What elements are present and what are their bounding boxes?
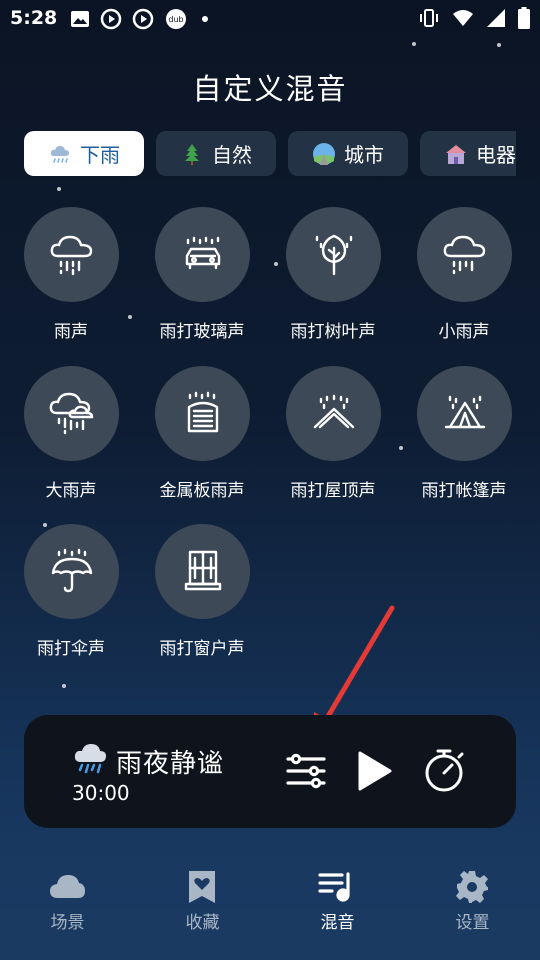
tab-label: 下雨 — [80, 143, 120, 167]
wifi-icon — [453, 10, 473, 26]
sound-icon-circle[interactable] — [286, 207, 381, 302]
background-star — [497, 43, 501, 47]
metal-shed-icon — [187, 391, 218, 432]
mixer-sliders-icon[interactable] — [286, 751, 326, 791]
background-star — [62, 684, 66, 688]
sound-label: 雨打玻璃声 — [159, 322, 245, 342]
light-rain-icon — [443, 235, 485, 274]
sound-icon-circle[interactable] — [155, 366, 250, 461]
sound-icon-circle[interactable] — [24, 207, 119, 302]
sync-play-icon — [100, 8, 122, 30]
sound-label: 雨打帐篷声 — [421, 481, 507, 501]
nav-label: 收藏 — [185, 913, 220, 933]
sound-item-window-rain[interactable]: 雨打窗户声 — [137, 524, 267, 674]
sound-item-roof-rain[interactable]: 雨打屋顶声 — [268, 366, 398, 516]
sound-label: 雨打窗户声 — [159, 639, 245, 659]
timer-stopwatch-icon[interactable] — [422, 747, 466, 793]
page-title: 自定义混音 — [192, 72, 348, 106]
sound-label: 大雨声 — [45, 481, 97, 501]
image-icon — [71, 11, 89, 27]
sound-item-rain-glass[interactable]: 雨打玻璃声 — [137, 207, 267, 357]
signal-icon — [487, 9, 505, 27]
player-time: 30:00 — [72, 781, 130, 805]
gear-icon — [456, 871, 488, 903]
sound-label: 雨打树叶声 — [290, 322, 376, 342]
sound-icon-circle[interactable] — [24, 366, 119, 461]
status-time: 5:28 — [10, 7, 58, 29]
tab-city[interactable]: 城市 — [288, 131, 408, 176]
nav-label: 设置 — [455, 913, 490, 933]
umbrella-rain-icon — [51, 548, 92, 592]
tab-rain[interactable]: 下雨 — [24, 131, 144, 176]
cloud-icon — [50, 875, 85, 898]
sync-play-icon — [132, 8, 154, 30]
tab-label: 城市 — [344, 143, 384, 167]
sound-label: 雨打屋顶声 — [290, 481, 376, 501]
sound-label: 雨声 — [54, 322, 88, 342]
house-icon — [446, 144, 466, 164]
status-bar: 5:28 dub — [0, 0, 540, 36]
more-notifications-dot — [202, 16, 208, 22]
battery-icon — [518, 7, 530, 29]
bottom-navigation: 场景 收藏 混音 设置 — [0, 856, 540, 960]
dub-app-icon: dub — [166, 9, 186, 29]
notification-icons: dub — [70, 8, 208, 30]
sound-item-heavy-rain[interactable]: 大雨声 — [6, 366, 136, 516]
city-road-icon — [313, 142, 335, 165]
window-icon — [184, 550, 221, 590]
heavy-rain-icon — [49, 392, 93, 434]
category-tabs: 下雨 自然 城市 电器 — [24, 131, 516, 176]
sound-icon-circle[interactable] — [155, 207, 250, 302]
sound-item-tent-rain[interactable]: 雨打帐篷声 — [399, 366, 529, 516]
sound-icon-circle[interactable] — [417, 366, 512, 461]
tab-label: 自然 — [212, 143, 252, 167]
sound-icon-circle[interactable] — [417, 207, 512, 302]
bookmark-heart-icon — [189, 871, 215, 903]
nav-item-favorites[interactable]: 收藏 — [135, 856, 270, 960]
nav-item-scenes[interactable]: 场景 — [0, 856, 135, 960]
nav-label: 混音 — [320, 913, 355, 933]
sound-item-umbrella-rain[interactable]: 雨打伞声 — [6, 524, 136, 674]
sound-icon-circle[interactable] — [24, 524, 119, 619]
sound-label: 金属板雨声 — [159, 481, 245, 501]
tree-rain-icon — [315, 234, 352, 275]
svg-text:dub: dub — [168, 15, 183, 24]
sound-label: 小雨声 — [438, 322, 490, 342]
tab-appliances[interactable]: 电器 — [420, 131, 516, 176]
system-icons — [418, 7, 530, 29]
now-playing-bar[interactable]: 雨夜静谧 30:00 — [24, 715, 516, 828]
sound-item-light-rain[interactable]: 小雨声 — [399, 207, 529, 357]
car-rain-icon — [185, 236, 220, 269]
rain-cloud-icon — [50, 235, 92, 275]
roof-rain-icon — [313, 394, 354, 428]
music-list-icon — [318, 872, 350, 902]
background-star — [412, 42, 416, 46]
sound-item-rain[interactable]: 雨声 — [6, 207, 136, 357]
rain-cloud-icon — [50, 145, 69, 163]
nav-item-settings[interactable]: 设置 — [405, 856, 540, 960]
sound-item-metal-shed-rain[interactable]: 金属板雨声 — [137, 366, 267, 516]
tab-label: 电器 — [476, 143, 516, 167]
sound-icon-circle[interactable] — [155, 524, 250, 619]
nav-item-mix[interactable]: 混音 — [270, 856, 405, 960]
player-title: 雨夜静谧 — [116, 749, 225, 779]
background-star — [57, 187, 61, 191]
sound-icon-circle[interactable] — [286, 366, 381, 461]
nav-label: 场景 — [50, 913, 85, 933]
sound-label: 雨打伞声 — [37, 639, 105, 659]
play-icon[interactable] — [354, 749, 394, 793]
vibrate-icon — [420, 9, 438, 27]
rain-cloud-emoji-icon — [74, 744, 106, 774]
tent-rain-icon — [444, 395, 485, 428]
tree-icon — [185, 143, 199, 165]
tab-nature[interactable]: 自然 — [156, 131, 276, 176]
sound-item-rain-leaves[interactable]: 雨打树叶声 — [268, 207, 398, 357]
